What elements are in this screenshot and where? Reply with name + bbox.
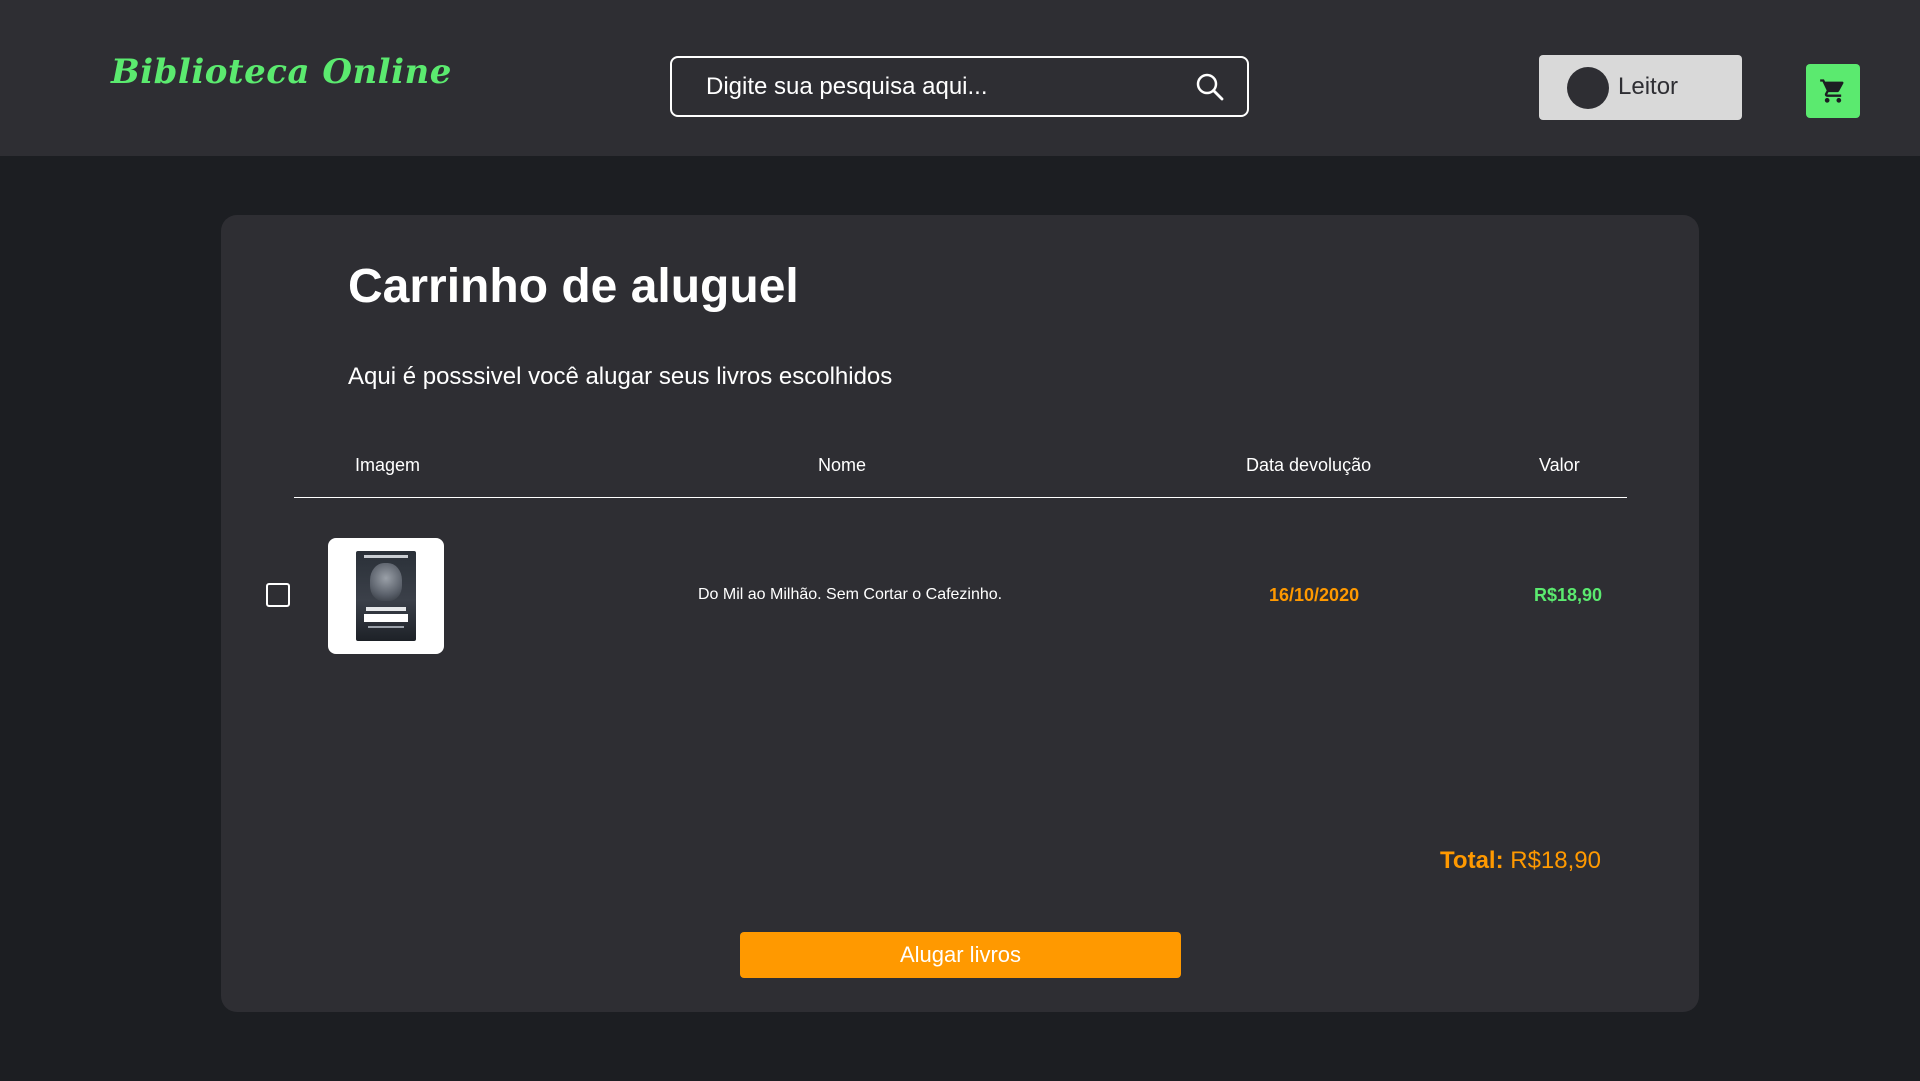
item-return-date: 16/10/2020 — [1269, 585, 1360, 605]
column-header-return-date: Data devolução — [1246, 455, 1372, 475]
page-title: Carrinho de aluguel — [348, 260, 799, 313]
search-input[interactable] — [704, 58, 1154, 115]
search-icon[interactable] — [1195, 72, 1225, 102]
book-cover-image — [356, 551, 416, 641]
column-header-image: Imagem — [355, 455, 421, 475]
user-label: Leitor — [1618, 73, 1679, 100]
table-header-divider — [294, 497, 1627, 498]
rental-cart-panel: Carrinho de aluguel Aqui é posssivel voc… — [221, 215, 1699, 1012]
item-checkbox[interactable] — [266, 583, 290, 607]
item-value: R$18,90 — [1534, 585, 1603, 605]
column-header-name: Nome — [818, 455, 867, 475]
book-thumbnail — [328, 538, 444, 654]
total-value: R$18,90 — [1510, 847, 1601, 874]
cart-button[interactable] — [1806, 64, 1860, 118]
cart-total: Total: R$18,90 — [1440, 847, 1601, 875]
top-header: Biblioteca Online Leitor — [0, 0, 1920, 156]
column-header-value: Valor — [1539, 455, 1580, 475]
brand-logo[interactable]: Biblioteca Online — [111, 52, 452, 92]
user-menu-button[interactable]: Leitor — [1539, 55, 1742, 120]
shopping-cart-icon — [1820, 79, 1844, 103]
total-label: Total: — [1440, 847, 1504, 874]
rent-books-button[interactable]: Alugar livros — [740, 932, 1181, 978]
page-subtitle: Aqui é posssivel você alugar seus livros… — [348, 363, 893, 390]
item-name: Do Mil ao Milhão. Sem Cortar o Cafezinho… — [698, 586, 1003, 603]
search-box[interactable] — [670, 56, 1249, 117]
avatar — [1567, 67, 1609, 109]
